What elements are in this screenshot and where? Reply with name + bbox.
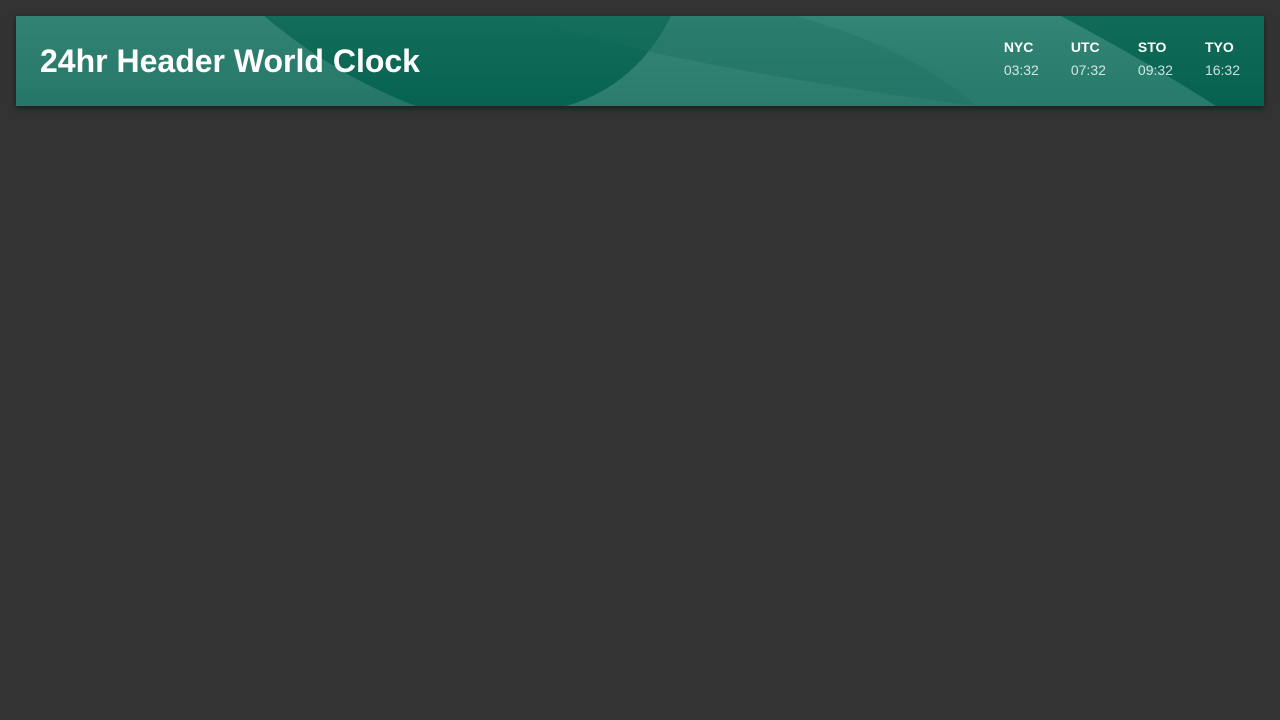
header-banner: 24hr Header World Clock NYC 03:32 UTC 07… xyxy=(16,16,1264,106)
clock-city-label: STO xyxy=(1137,39,1167,55)
clock-time: 16:32 xyxy=(1204,62,1240,78)
clock-nyc: NYC 03:32 xyxy=(1004,38,1039,79)
clock-tyo: TYO 16:32 xyxy=(1205,38,1240,79)
world-clock-list: NYC 03:32 UTC 07:32 STO 09:32 TYO 16:32 xyxy=(1004,38,1240,79)
clock-sto: STO 09:32 xyxy=(1138,38,1173,79)
clock-city-label: NYC xyxy=(1003,39,1034,55)
clock-city-label: TYO xyxy=(1204,39,1234,55)
clock-time: 07:32 xyxy=(1070,62,1106,78)
clock-time: 09:32 xyxy=(1137,62,1173,78)
clock-utc: UTC 07:32 xyxy=(1071,38,1106,79)
clock-time: 03:32 xyxy=(1003,62,1039,78)
page-title: 24hr Header World Clock xyxy=(40,43,420,79)
clock-city-label: UTC xyxy=(1070,39,1100,55)
